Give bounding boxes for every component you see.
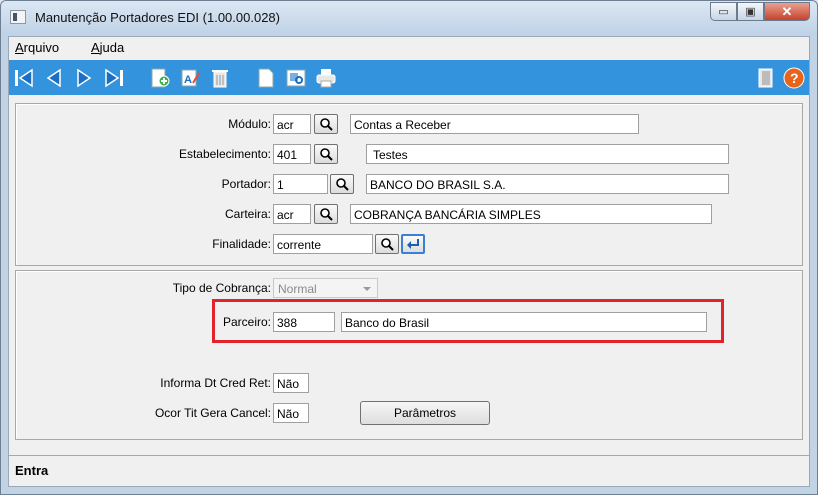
chevron-down-icon (363, 287, 371, 291)
svg-text:A: A (184, 74, 192, 86)
magnifier-icon (336, 178, 349, 191)
portador-label: Portador: (221, 177, 271, 191)
enter-arrow-icon (407, 239, 419, 249)
magnifier-icon (320, 148, 333, 161)
portador-description-field[interactable]: BANCO DO BRASIL S.A. (366, 174, 729, 194)
finalidade-apply-button[interactable] (401, 234, 425, 254)
menu-ajuda[interactable]: Ajuda (91, 40, 124, 55)
parceiro-label: Parceiro: (222, 315, 271, 329)
edit-record-icon[interactable]: A (179, 67, 201, 89)
minimize-icon: ▭ (718, 6, 729, 18)
previous-record-icon[interactable] (43, 67, 65, 89)
next-record-icon[interactable] (73, 67, 95, 89)
print-icon[interactable] (315, 67, 337, 89)
modulo-code-field[interactable]: acr (273, 114, 311, 134)
modulo-label: Módulo: (228, 117, 271, 131)
minimize-button[interactable]: ▭ (710, 2, 737, 21)
portador-zoom-button[interactable] (330, 174, 354, 194)
parceiro-description-field[interactable]: Banco do Brasil (341, 312, 707, 332)
window-title: Manutenção Portadores EDI (1.00.00.028) (35, 10, 280, 25)
informa-dt-cred-ret-field[interactable]: Não (273, 373, 309, 393)
app-icon (10, 10, 26, 24)
exit-door-icon[interactable] (755, 67, 777, 89)
carteira-code-field[interactable]: acr (273, 204, 311, 224)
magnifier-icon (381, 238, 394, 251)
magnifier-icon (320, 208, 333, 221)
carteira-zoom-button[interactable] (314, 204, 338, 224)
ocor-tit-gera-cancel-label: Ocor Tit Gera Cancel: (154, 406, 271, 420)
estabelecimento-code-field[interactable]: 401 (273, 144, 311, 164)
tipo-cobranca-select[interactable]: Normal (273, 278, 378, 298)
close-button[interactable]: ✕ (764, 2, 810, 21)
ocor-tit-gera-cancel-field[interactable]: Não (273, 403, 309, 423)
modulo-description-field[interactable]: Contas a Receber (350, 114, 639, 134)
close-icon: ✕ (781, 3, 793, 19)
informa-dt-cred-ret-label: Informa Dt Cred Ret: (160, 376, 271, 390)
finalidade-zoom-button[interactable] (375, 234, 399, 254)
toolbar: A ? (9, 60, 809, 95)
estabelecimento-label: Estabelecimento: (178, 147, 271, 161)
parceiro-code-field[interactable]: 388 (273, 312, 335, 332)
parametros-button[interactable]: Parâmetros (360, 401, 490, 425)
selection-panel: Módulo: acr Contas a Receber Estabelecim… (15, 103, 803, 266)
maximize-button[interactable]: ▣ (737, 2, 764, 21)
modulo-zoom-button[interactable] (314, 114, 338, 134)
title-bar[interactable]: Manutenção Portadores EDI (1.00.00.028) … (1, 1, 817, 35)
help-icon[interactable]: ? (783, 67, 805, 89)
portador-code-field[interactable]: 1 (273, 174, 328, 194)
magnifier-icon (320, 118, 333, 131)
preview-icon[interactable] (285, 67, 307, 89)
add-record-icon[interactable] (149, 67, 171, 89)
client-area: Arquivo Ajuda A ? Módulo: acr Contas a R… (8, 36, 810, 487)
status-text: Entra (15, 463, 49, 478)
delete-record-icon[interactable] (209, 67, 231, 89)
finalidade-field[interactable]: corrente (273, 234, 373, 254)
details-panel: Tipo de Cobrança: Normal Parceiro: 388 B… (15, 270, 803, 440)
app-window: Manutenção Portadores EDI (1.00.00.028) … (0, 0, 818, 495)
new-document-icon[interactable] (255, 67, 277, 89)
maximize-icon: ▣ (745, 6, 756, 18)
estabelecimento-zoom-button[interactable] (314, 144, 338, 164)
first-record-icon[interactable] (13, 67, 35, 89)
svg-text:?: ? (790, 70, 799, 86)
tipo-cobranca-label: Tipo de Cobrança: (172, 281, 271, 295)
carteira-label: Carteira: (224, 207, 271, 221)
last-record-icon[interactable] (103, 67, 125, 89)
menu-bar: Arquivo Ajuda (9, 37, 809, 57)
menu-arquivo[interactable]: Arquivo (15, 40, 59, 55)
carteira-description-field[interactable]: COBRANÇA BANCÁRIA SIMPLES (350, 204, 712, 224)
estabelecimento-description-field[interactable]: Testes (366, 144, 729, 164)
status-bar: Entra (9, 455, 809, 486)
finalidade-label: Finalidade: (212, 237, 271, 251)
